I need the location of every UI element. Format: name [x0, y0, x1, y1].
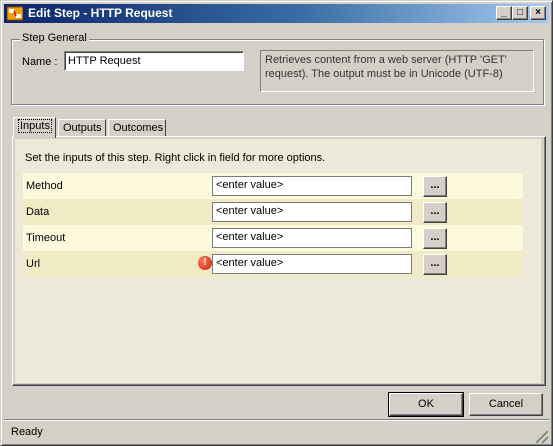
tab-label: Outcomes [113, 122, 164, 134]
row-label: Method [26, 180, 63, 192]
status-text: Ready [11, 426, 43, 438]
app-icon [6, 6, 24, 21]
group-title: Step General [20, 32, 89, 44]
tab-outcomes[interactable]: Outcomes [108, 119, 166, 137]
input-row-data: Data <enter value> ... [23, 199, 523, 225]
input-row-url: Url ! <enter value> ... [23, 251, 523, 277]
inputs-panel: Set the inputs of this step. Right click… [12, 136, 546, 386]
inputs-panel-body: Set the inputs of this step. Right click… [15, 139, 541, 383]
maximize-button[interactable]: □ [512, 6, 528, 20]
title-bar[interactable]: Edit Step - HTTP Request _ □ × [4, 4, 549, 23]
method-value-field[interactable]: <enter value> [212, 176, 412, 196]
instructions-text: Set the inputs of this step. Right click… [25, 152, 326, 164]
status-bar-divider [4, 419, 549, 421]
data-value-field[interactable]: <enter value> [212, 202, 412, 222]
input-row-method: Method <enter value> ... [23, 173, 523, 199]
tab-label: Outputs [63, 122, 102, 134]
timeout-value-field[interactable]: <enter value> [212, 228, 412, 248]
name-label: Name : [22, 56, 58, 68]
edit-step-dialog: Edit Step - HTTP Request _ □ × Step Gene… [0, 0, 553, 446]
name-input[interactable] [64, 51, 244, 71]
window-title: Edit Step - HTTP Request [28, 6, 173, 20]
url-value-field[interactable]: <enter value> [212, 254, 412, 274]
cancel-button[interactable]: Cancel [469, 393, 543, 416]
input-row-timeout: Timeout <enter value> ... [23, 225, 523, 251]
row-label: Data [26, 206, 50, 218]
step-general-group: Step General Name : Retrieves content fr… [11, 32, 544, 105]
data-browse-button[interactable]: ... [423, 202, 447, 223]
url-browse-button[interactable]: ... [423, 254, 447, 275]
ok-button[interactable]: OK [388, 392, 464, 417]
tab-label: Inputs [18, 119, 52, 133]
error-icon[interactable]: ! [198, 256, 212, 270]
row-label: Url [26, 258, 41, 270]
timeout-browse-button[interactable]: ... [423, 228, 447, 249]
row-label: Timeout [26, 232, 66, 244]
description-text: Retrieves content from a web server (HTT… [260, 50, 534, 92]
resize-grip-icon[interactable] [536, 431, 548, 443]
close-button[interactable]: × [530, 6, 546, 20]
method-browse-button[interactable]: ... [423, 176, 447, 197]
minimize-button[interactable]: _ [496, 6, 512, 20]
tab-outputs[interactable]: Outputs [58, 119, 106, 137]
tab-inputs[interactable]: Inputs [13, 117, 56, 138]
